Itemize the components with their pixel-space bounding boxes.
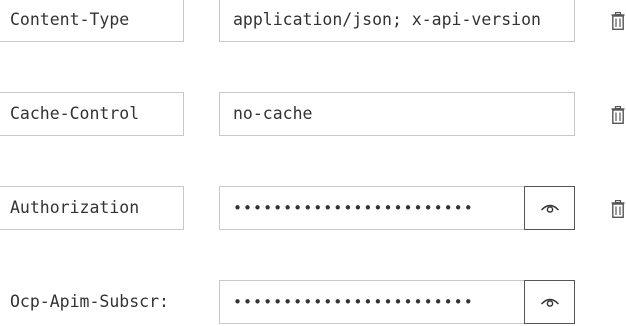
reveal-value-button[interactable]	[524, 186, 575, 230]
header-row-subscription-key: Ocp-Apim-Subscr: •••••••••••••••••••••••…	[0, 280, 626, 326]
delete-header-button[interactable]	[609, 11, 626, 31]
header-row-cache-control: Cache-Control no-cache	[0, 92, 626, 138]
delete-header-button[interactable]	[609, 105, 626, 125]
trash-icon	[611, 200, 625, 218]
header-value-text: no-cache	[233, 104, 313, 123]
masked-value-text: ••••••••••••••••••••••••	[233, 293, 474, 311]
header-secret-value-field[interactable]: ••••••••••••••••••••••••	[219, 186, 525, 230]
header-name-field[interactable]: Cache-Control	[0, 92, 184, 136]
trash-icon	[611, 106, 625, 124]
reveal-value-button[interactable]	[524, 280, 575, 324]
header-name-field[interactable]: Content-Type	[0, 0, 184, 42]
trash-icon	[611, 12, 625, 30]
eye-icon	[540, 298, 559, 307]
masked-value-text: ••••••••••••••••••••••••	[233, 199, 474, 217]
header-name-text: Content-Type	[10, 10, 130, 29]
header-row-authorization: Authorization ••••••••••••••••••••••••	[0, 186, 626, 232]
header-name-text: Ocp-Apim-Subscr:	[10, 292, 169, 311]
header-name-field[interactable]: Ocp-Apim-Subscr:	[0, 280, 184, 324]
delete-header-button[interactable]	[609, 199, 626, 219]
header-name-text: Authorization	[10, 198, 140, 217]
header-name-text: Cache-Control	[10, 104, 140, 123]
header-value-text: application/json; x-api-version	[233, 10, 541, 29]
eye-icon	[540, 204, 559, 213]
header-secret-value-field[interactable]: ••••••••••••••••••••••••	[219, 280, 525, 324]
header-row-content-type: Content-Type application/json; x-api-ver…	[0, 0, 626, 44]
header-name-field[interactable]: Authorization	[0, 186, 184, 230]
header-value-field[interactable]: application/json; x-api-version	[219, 0, 575, 42]
header-value-field[interactable]: no-cache	[219, 92, 575, 136]
